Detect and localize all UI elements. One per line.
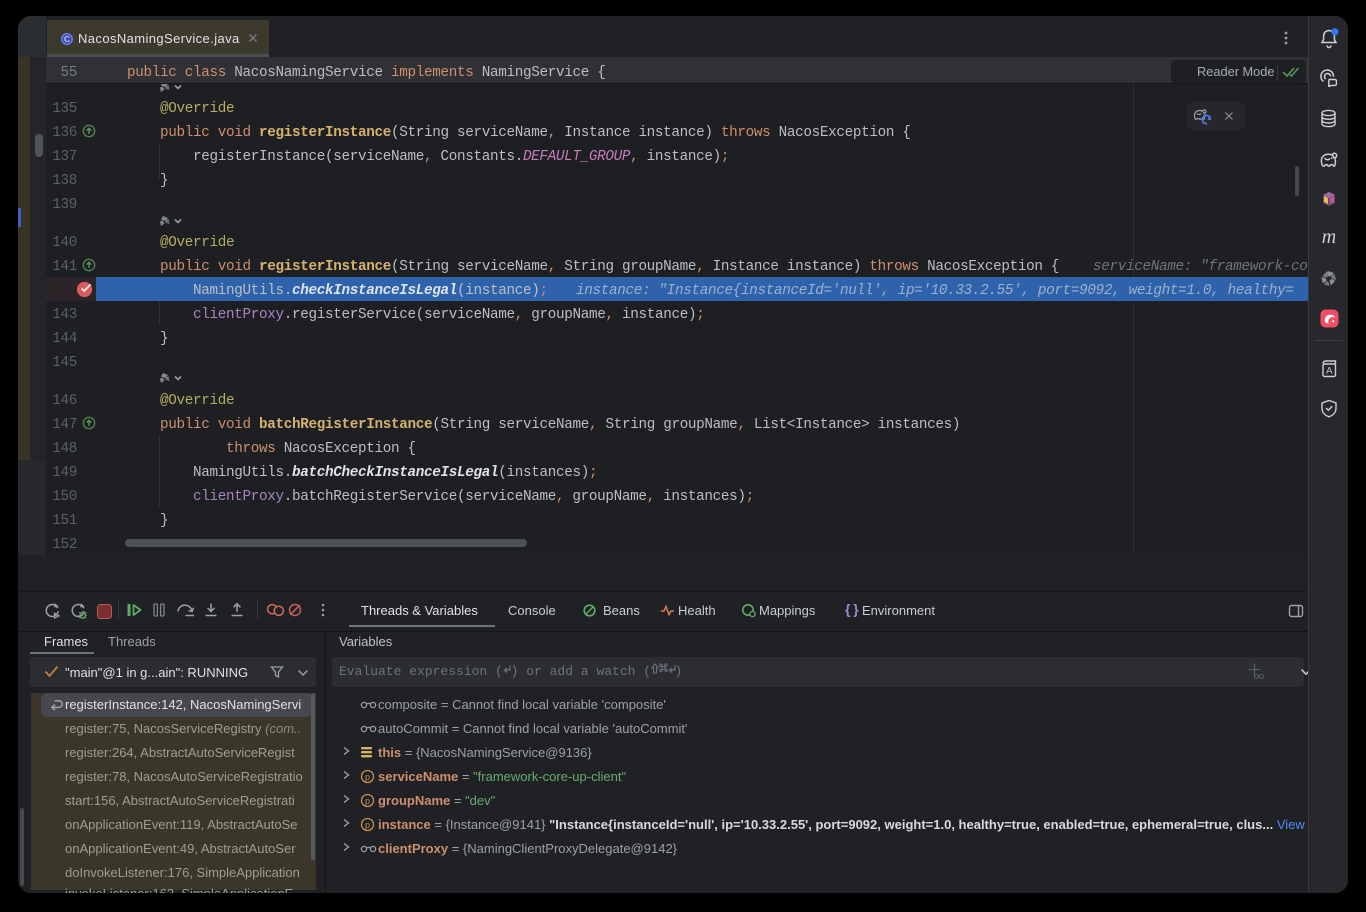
svg-text:p: p <box>365 772 370 782</box>
svg-text:p: p <box>365 820 370 830</box>
svg-text:A: A <box>1326 366 1333 377</box>
svg-text:p: p <box>365 796 370 806</box>
svg-text:C: C <box>64 34 70 44</box>
